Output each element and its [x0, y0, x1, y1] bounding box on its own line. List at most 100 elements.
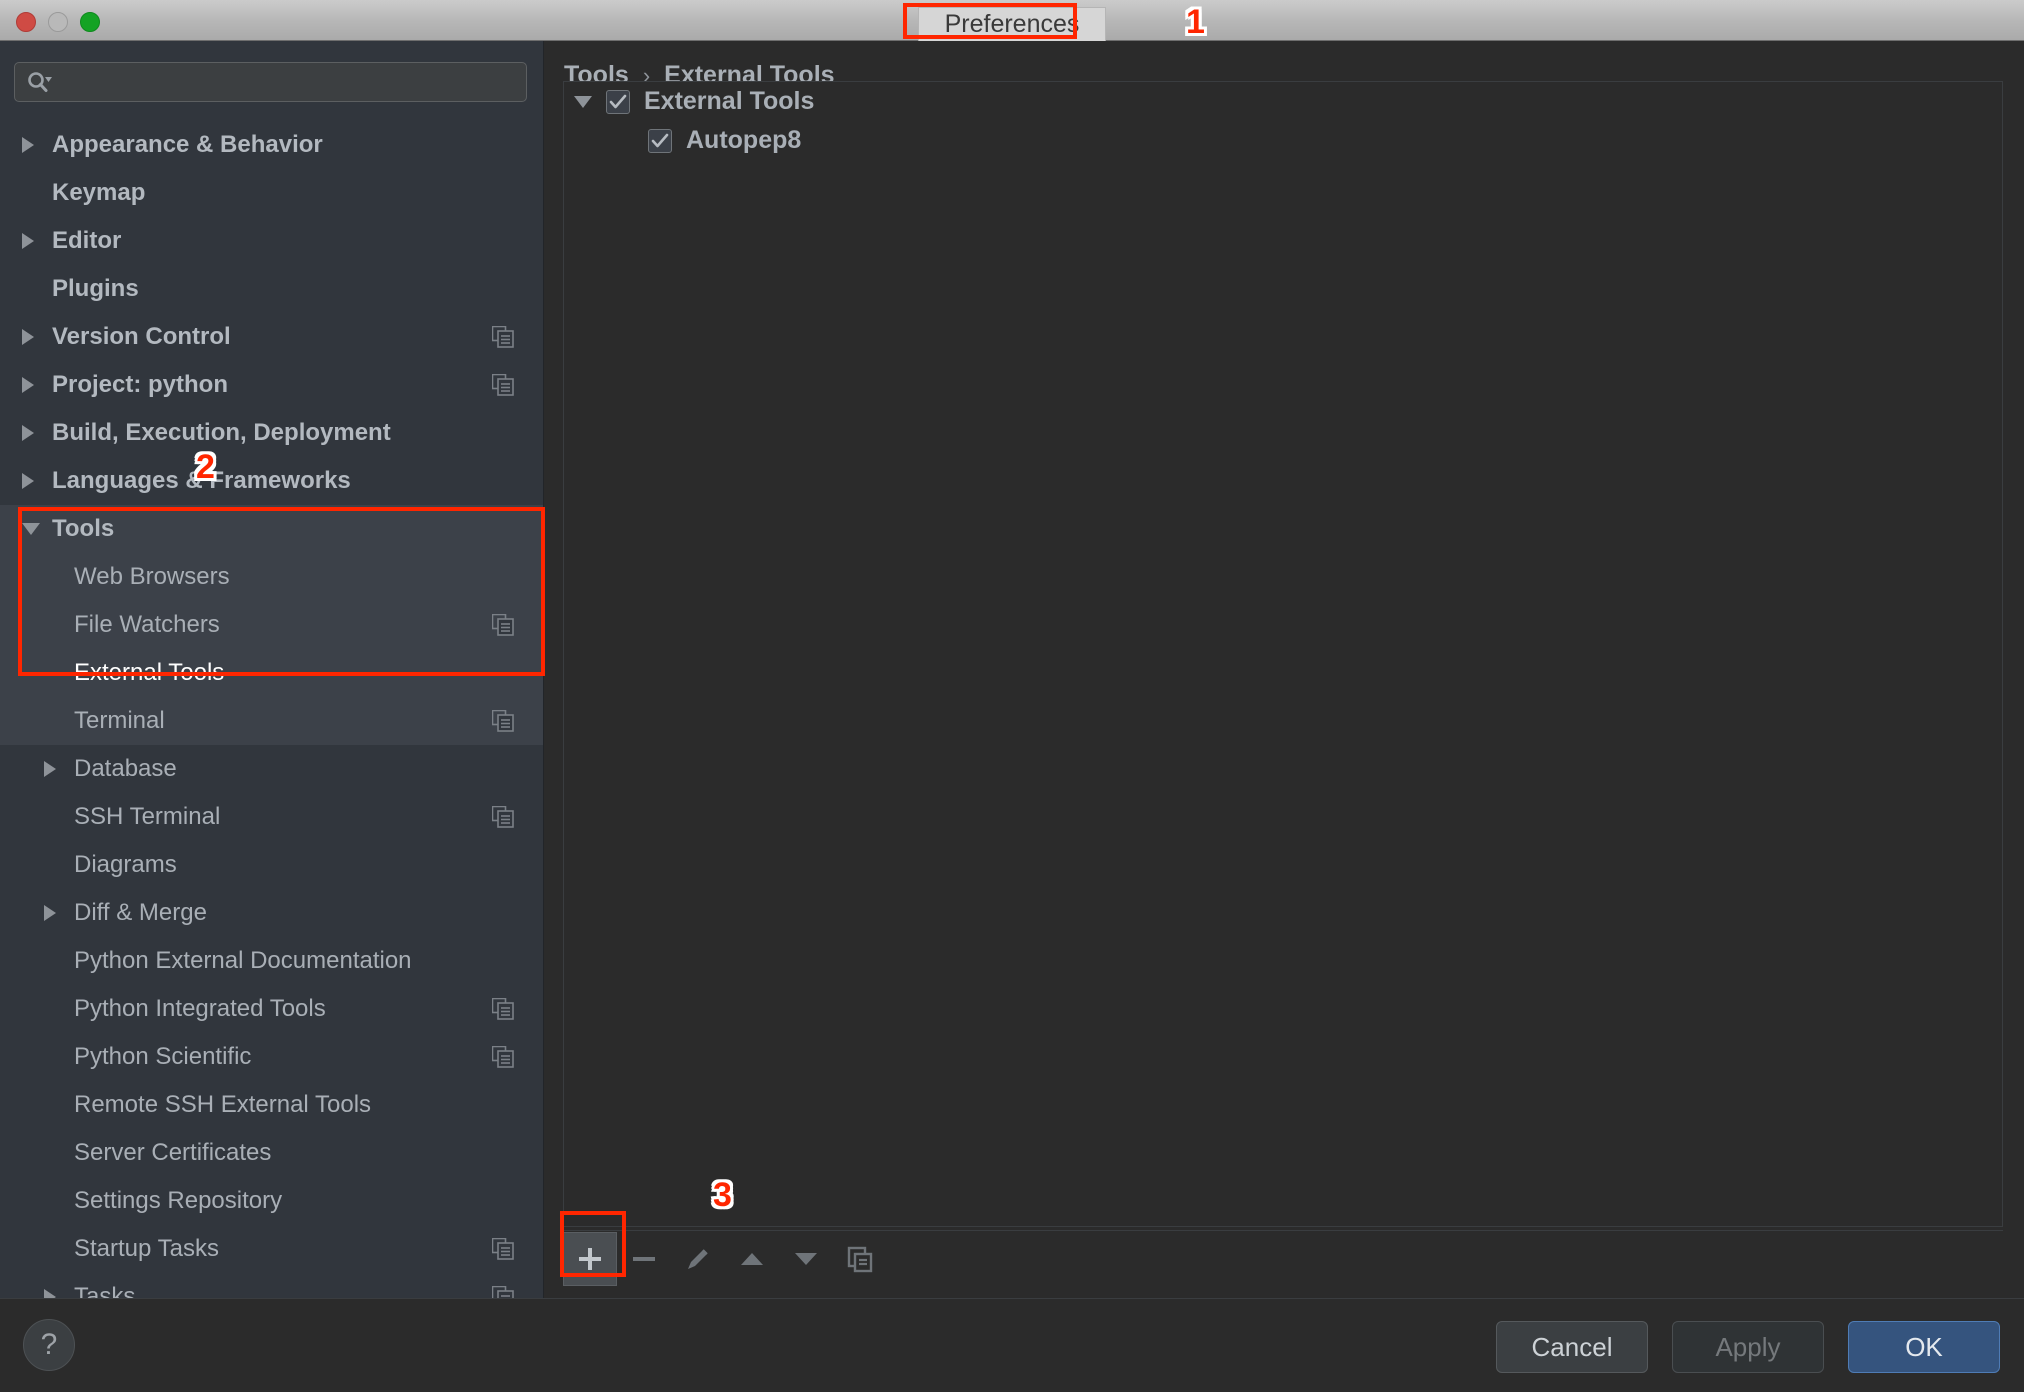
sidebar-item-label: Diagrams	[74, 851, 177, 878]
chevron-right-icon[interactable]	[22, 233, 34, 249]
sidebar-item-label: Appearance & Behavior	[52, 131, 323, 158]
check-icon	[651, 133, 669, 147]
copy-settings-icon[interactable]	[492, 1286, 514, 1298]
chevron-right-icon[interactable]	[22, 233, 52, 249]
chevron-right-icon[interactable]	[22, 473, 34, 489]
check-icon	[609, 94, 627, 108]
sidebar-item-label: Diff & Merge	[74, 899, 207, 926]
sidebar-item-label: Remote SSH External Tools	[74, 1091, 372, 1118]
chevron-right-icon[interactable]	[22, 425, 34, 441]
preferences-window: Preferences 1 Appearance & Behavior Keyma…	[0, 0, 2024, 1392]
sidebar-item-python-external-documentation[interactable]: Python External Documentation	[0, 937, 543, 985]
copy-settings-icon[interactable]	[492, 614, 514, 636]
remove-button[interactable]	[617, 1232, 671, 1286]
sidebar-item-languages-frameworks[interactable]: Languages & Frameworks	[0, 457, 543, 505]
sidebar-item-label: Terminal	[74, 707, 165, 734]
sidebar-item-project-python[interactable]: Project: python	[0, 361, 543, 409]
chevron-right-icon[interactable]	[44, 1289, 74, 1298]
chevron-down-icon[interactable]	[574, 95, 592, 108]
edit-button[interactable]	[671, 1232, 725, 1286]
cancel-button[interactable]: Cancel	[1496, 1321, 1648, 1373]
settings-sidebar: Appearance & Behavior Keymap Editor Plugins…	[0, 41, 544, 1298]
chevron-down-icon[interactable]	[22, 523, 40, 535]
search-icon	[28, 72, 52, 92]
sidebar-item-remote-ssh-external-tools[interactable]: Remote SSH External Tools	[0, 1081, 543, 1129]
apply-button[interactable]: Apply	[1672, 1321, 1824, 1373]
chevron-down-icon[interactable]	[22, 523, 52, 535]
sidebar-item-settings-repository[interactable]: Settings Repository	[0, 1177, 543, 1225]
sidebar-item-web-browsers[interactable]: Web Browsers	[0, 553, 543, 601]
tree-checkbox[interactable]	[648, 128, 672, 153]
pencil-icon	[688, 1248, 708, 1269]
sidebar-item-plugins[interactable]: Plugins	[0, 265, 543, 313]
chevron-right-icon[interactable]	[22, 473, 52, 489]
chevron-right-icon[interactable]	[22, 377, 52, 393]
sidebar-item-python-scientific[interactable]: Python Scientific	[0, 1033, 543, 1081]
chevron-right-icon[interactable]	[22, 137, 52, 153]
sidebar-item-terminal[interactable]: Terminal	[0, 697, 543, 745]
arrow-up-icon	[741, 1252, 763, 1265]
chevron-right-icon[interactable]	[44, 761, 74, 777]
sidebar-item-file-watchers[interactable]: File Watchers	[0, 601, 543, 649]
sidebar-item-build-execution-deployment[interactable]: Build, Execution, Deployment	[0, 409, 543, 457]
chevron-right-icon[interactable]	[22, 137, 34, 153]
copy-settings-icon[interactable]	[492, 1046, 514, 1068]
window-titlebar: Preferences	[0, 0, 2024, 44]
chevron-down-icon[interactable]	[574, 95, 606, 108]
search-input[interactable]	[14, 62, 527, 102]
copy-settings-icon[interactable]	[492, 806, 514, 828]
sidebar-item-label: Plugins	[52, 275, 139, 302]
dialog-body: Appearance & Behavior Keymap Editor Plugins…	[0, 41, 2024, 1298]
sidebar-item-diff-merge[interactable]: Diff & Merge	[0, 889, 543, 937]
external-tools-toolbar	[563, 1230, 2003, 1286]
dialog-footer: ? Cancel Apply OK	[0, 1298, 2024, 1392]
sidebar-scrollbar[interactable]	[538, 41, 542, 1298]
copy-settings-icon[interactable]	[492, 326, 514, 348]
settings-category-list: Appearance & Behavior Keymap Editor Plugins…	[0, 121, 543, 1298]
chevron-right-icon[interactable]	[22, 377, 34, 393]
move-down-button[interactable]	[779, 1232, 833, 1286]
copy-button[interactable]	[833, 1232, 887, 1286]
add-button[interactable]	[563, 1231, 617, 1286]
sidebar-item-editor[interactable]: Editor	[0, 217, 543, 265]
search-field-wrapper[interactable]	[14, 62, 527, 102]
copy-settings-icon[interactable]	[492, 1238, 514, 1260]
sidebar-item-tasks[interactable]: Tasks	[0, 1273, 543, 1298]
sidebar-item-diagrams[interactable]: Diagrams	[0, 841, 543, 889]
chevron-right-icon[interactable]	[44, 905, 56, 921]
sidebar-item-label: Version Control	[52, 323, 231, 350]
sidebar-item-startup-tasks[interactable]: Startup Tasks	[0, 1225, 543, 1273]
copy-icon	[847, 1246, 873, 1272]
sidebar-item-appearance-behavior[interactable]: Appearance & Behavior	[0, 121, 543, 169]
sidebar-item-external-tools[interactable]: External Tools	[0, 649, 543, 697]
sidebar-item-tools[interactable]: Tools	[0, 505, 543, 553]
window-title: Preferences	[0, 7, 2024, 44]
copy-settings-icon[interactable]	[492, 374, 514, 396]
tree-row[interactable]: Autopep8	[564, 121, 2002, 160]
chevron-right-icon[interactable]	[44, 1289, 56, 1298]
ok-button[interactable]: OK	[1848, 1321, 2000, 1373]
chevron-right-icon[interactable]	[22, 329, 34, 345]
chevron-right-icon[interactable]	[22, 425, 52, 441]
sidebar-item-server-certificates[interactable]: Server Certificates	[0, 1129, 543, 1177]
settings-main-panel: Tools › External Tools External Tools Aut…	[545, 41, 2024, 1298]
chevron-right-icon[interactable]	[22, 329, 52, 345]
external-tools-tree[interactable]: External Tools Autopep8	[563, 81, 2003, 1227]
sidebar-item-label: Languages & Frameworks	[52, 467, 351, 494]
sidebar-item-label: Startup Tasks	[74, 1235, 219, 1262]
move-up-button[interactable]	[725, 1232, 779, 1286]
sidebar-item-version-control[interactable]: Version Control	[0, 313, 543, 361]
sidebar-item-python-integrated-tools[interactable]: Python Integrated Tools	[0, 985, 543, 1033]
chevron-right-icon[interactable]	[44, 905, 74, 921]
copy-settings-icon[interactable]	[492, 710, 514, 732]
sidebar-item-keymap[interactable]: Keymap	[0, 169, 543, 217]
sidebar-item-ssh-terminal[interactable]: SSH Terminal	[0, 793, 543, 841]
tree-checkbox[interactable]	[606, 89, 630, 114]
tree-row[interactable]: External Tools	[564, 82, 2002, 121]
sidebar-item-label: Web Browsers	[74, 563, 230, 590]
copy-settings-icon[interactable]	[492, 998, 514, 1020]
sidebar-item-database[interactable]: Database	[0, 745, 543, 793]
sidebar-item-label: SSH Terminal	[74, 803, 221, 830]
chevron-right-icon[interactable]	[44, 761, 56, 777]
help-button[interactable]: ?	[23, 1319, 75, 1371]
